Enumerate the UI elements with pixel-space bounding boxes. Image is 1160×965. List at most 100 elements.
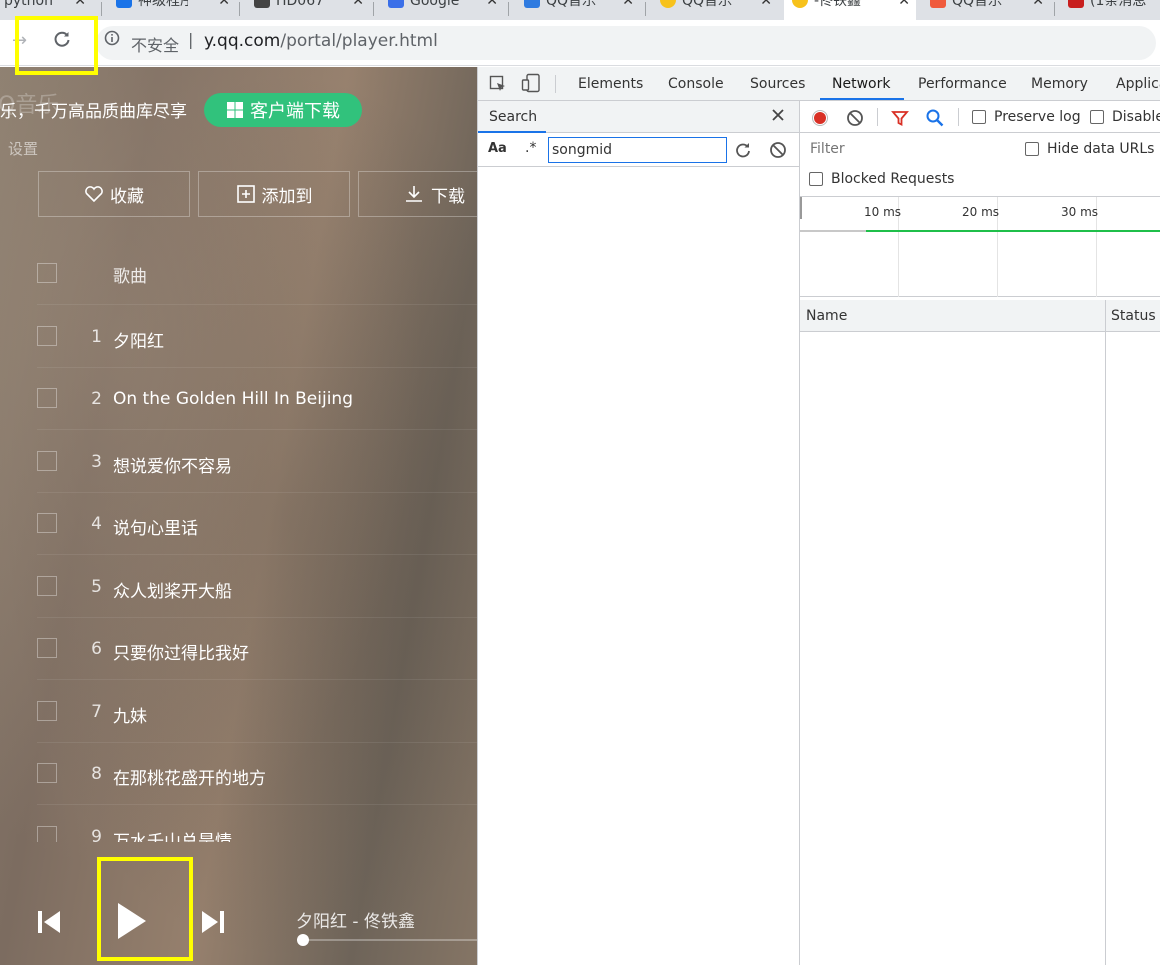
match-case-toggle[interactable]: Aa bbox=[488, 141, 507, 156]
song-row[interactable]: 8 在那桃花盛开的地方 bbox=[0, 743, 477, 805]
hide-data-urls-checkbox[interactable] bbox=[1025, 142, 1039, 156]
timeline-activity-bar bbox=[866, 230, 1160, 232]
progress-bar[interactable] bbox=[297, 934, 477, 946]
favorite-button[interactable]: 收藏 bbox=[38, 171, 190, 217]
client-download-button[interactable]: 客户端下载 bbox=[204, 93, 362, 127]
song-row[interactable]: 9 万水千山总是情 bbox=[0, 806, 477, 842]
tab-memory[interactable]: Memory bbox=[1031, 76, 1088, 92]
url-text[interactable]: y.qq.com/portal/player.html bbox=[204, 31, 438, 51]
record-icon[interactable] bbox=[811, 109, 829, 131]
tab-close-icon[interactable]: ✕ bbox=[898, 0, 910, 8]
song-title[interactable]: 说句心里话 bbox=[113, 514, 198, 539]
song-number: 9 bbox=[91, 827, 102, 842]
browser-tab-strip: python ✕ 神级程序 ✕ HD067 ✕ Google ✕ QQ音乐 ✕ … bbox=[0, 0, 1160, 20]
clear-icon[interactable] bbox=[769, 141, 787, 163]
song-title[interactable]: 只要你过得比我好 bbox=[113, 639, 249, 664]
download-label: 客户端下载 bbox=[250, 101, 340, 122]
network-timeline[interactable]: 10 ms 20 ms 30 ms bbox=[800, 197, 1160, 297]
browser-tab[interactable]: QQ音乐 ✕ bbox=[652, 0, 778, 20]
settings-link[interactable]: 设置 bbox=[8, 138, 38, 159]
song-row[interactable]: 6 只要你过得比我好 bbox=[0, 618, 477, 680]
song-column-header: 歌曲 bbox=[113, 267, 147, 287]
filter-input[interactable] bbox=[805, 138, 1009, 160]
song-row[interactable]: 5 众人划桨开大船 bbox=[0, 556, 477, 618]
song-checkbox[interactable] bbox=[37, 638, 57, 658]
tab-close-icon[interactable]: ✕ bbox=[622, 0, 634, 8]
tab-title: QQ音乐 bbox=[682, 0, 732, 8]
regex-toggle[interactable]: .* bbox=[525, 140, 536, 156]
devtools-tab-bar: Elements Console Sources Network Perform… bbox=[478, 67, 1160, 101]
column-status[interactable]: Status bbox=[1111, 308, 1156, 324]
column-name[interactable]: Name bbox=[806, 308, 847, 324]
tab-close-icon[interactable]: ✕ bbox=[486, 0, 498, 8]
search-tab[interactable]: Search bbox=[489, 109, 537, 125]
song-title[interactable]: 众人划桨开大船 bbox=[113, 577, 232, 602]
select-all-checkbox[interactable] bbox=[37, 263, 57, 283]
tab-close-icon[interactable]: ✕ bbox=[352, 0, 364, 8]
tab-separator bbox=[373, 2, 374, 16]
tab-separator bbox=[101, 2, 102, 16]
song-row[interactable]: 4 说句心里话 bbox=[0, 493, 477, 555]
browser-tab[interactable]: (1条消息 bbox=[1060, 0, 1160, 20]
song-title[interactable]: 想说爱你不容易 bbox=[113, 452, 232, 477]
refresh-icon[interactable] bbox=[734, 141, 752, 163]
filter-icon[interactable] bbox=[891, 109, 909, 131]
song-title[interactable]: 万水千山总是情 bbox=[113, 827, 232, 842]
song-checkbox[interactable] bbox=[37, 388, 57, 408]
browser-tab[interactable]: HD067 ✕ bbox=[246, 0, 370, 20]
network-toolbar: Preserve log Disable bbox=[800, 101, 1160, 133]
song-row[interactable]: 2 On the Golden Hill In Beijing bbox=[0, 368, 477, 430]
song-title[interactable]: 在那桃花盛开的地方 bbox=[113, 764, 266, 789]
browser-tab[interactable]: QQ音乐 ✕ bbox=[516, 0, 640, 20]
next-track-icon[interactable] bbox=[200, 909, 226, 939]
song-number: 1 bbox=[91, 327, 102, 347]
tab-sources[interactable]: Sources bbox=[750, 76, 805, 92]
row-divider bbox=[37, 679, 477, 680]
tab-application[interactable]: Applica bbox=[1116, 76, 1160, 92]
song-row[interactable]: 3 想说爱你不容易 bbox=[0, 431, 477, 493]
close-icon[interactable] bbox=[771, 107, 785, 126]
tab-close-icon[interactable]: ✕ bbox=[1032, 0, 1044, 8]
inspect-element-icon[interactable] bbox=[489, 75, 507, 97]
browser-tab[interactable]: QQ音乐 ✕ bbox=[922, 0, 1050, 20]
add-to-button[interactable]: 添加到 bbox=[198, 171, 350, 217]
tab-close-icon[interactable]: ✕ bbox=[74, 0, 86, 8]
song-row[interactable]: 7 九妹 bbox=[0, 681, 477, 743]
download-button[interactable]: 下载 bbox=[358, 171, 477, 217]
tab-close-icon[interactable]: ✕ bbox=[218, 0, 230, 8]
device-toolbar-icon[interactable] bbox=[521, 73, 541, 97]
tab-network[interactable]: Network bbox=[832, 76, 890, 92]
search-icon[interactable] bbox=[925, 108, 945, 132]
song-checkbox[interactable] bbox=[37, 326, 57, 346]
song-checkbox[interactable] bbox=[37, 826, 57, 842]
tab-console[interactable]: Console bbox=[668, 76, 724, 92]
song-title[interactable]: 夕阳红 bbox=[113, 327, 164, 352]
browser-tab[interactable]: 神级程序 ✕ bbox=[108, 0, 236, 20]
song-checkbox[interactable] bbox=[37, 451, 57, 471]
previous-track-icon[interactable] bbox=[36, 909, 62, 939]
browser-tab[interactable]: Google ✕ bbox=[380, 0, 504, 20]
clear-icon[interactable] bbox=[846, 109, 864, 131]
song-checkbox[interactable] bbox=[37, 763, 57, 783]
tab-elements[interactable]: Elements bbox=[578, 76, 643, 92]
disable-cache-checkbox[interactable] bbox=[1090, 110, 1104, 124]
preserve-log-checkbox[interactable] bbox=[972, 110, 986, 124]
song-title[interactable]: On the Golden Hill In Beijing bbox=[113, 389, 353, 409]
song-checkbox[interactable] bbox=[37, 701, 57, 721]
browser-toolbar: → 不安全 | y.qq.com/portal/player.html bbox=[0, 20, 1160, 66]
active-tab-indicator bbox=[820, 98, 904, 100]
search-toolbar: Aa .* bbox=[478, 133, 799, 167]
song-checkbox[interactable] bbox=[37, 513, 57, 533]
tab-performance[interactable]: Performance bbox=[918, 76, 1007, 92]
player-bar: 夕阳红 - 佟铁鑫 bbox=[0, 857, 477, 965]
blocked-requests-checkbox[interactable] bbox=[809, 172, 823, 186]
song-checkbox[interactable] bbox=[37, 576, 57, 596]
song-row[interactable]: 1 夕阳红 bbox=[0, 306, 477, 368]
browser-tab-active[interactable]: -佟铁鑫 ✕ bbox=[784, 0, 916, 20]
info-icon[interactable] bbox=[104, 30, 120, 50]
song-title[interactable]: 九妹 bbox=[113, 702, 147, 727]
tab-separator bbox=[1054, 2, 1055, 16]
search-input[interactable] bbox=[548, 137, 727, 163]
tab-close-icon[interactable]: ✕ bbox=[760, 0, 772, 8]
progress-handle[interactable] bbox=[297, 934, 309, 946]
